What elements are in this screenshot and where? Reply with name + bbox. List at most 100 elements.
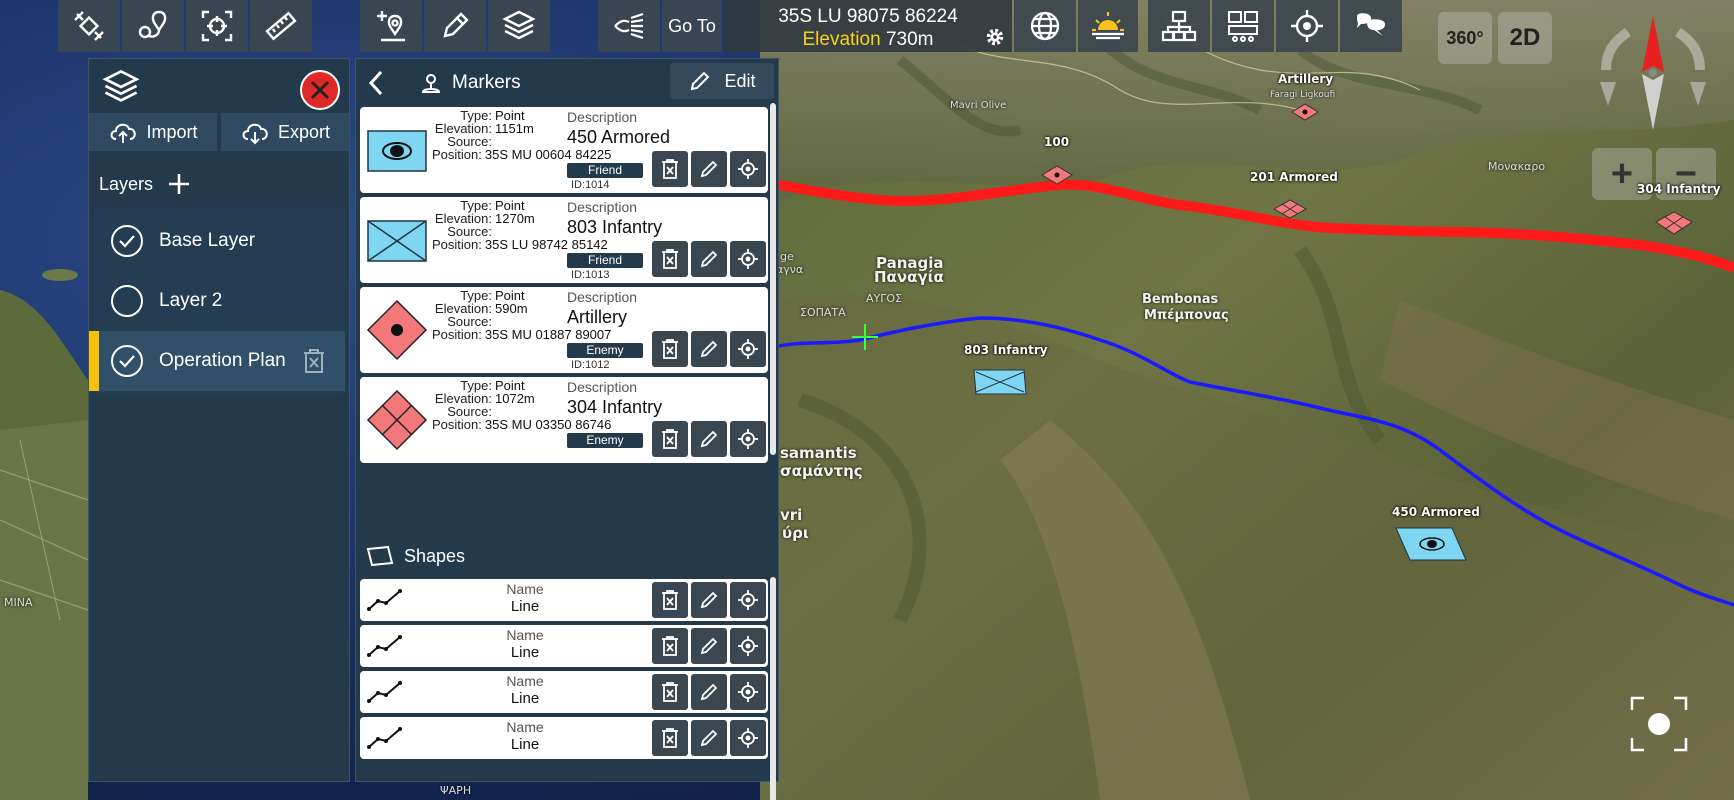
shape-name-value: Line	[510, 736, 540, 753]
shape-card[interactable]: Name Line	[360, 625, 768, 667]
shape-card[interactable]: Name Line	[360, 579, 768, 621]
marker-card[interactable]: Type: Point Elevation: 590m Source: Positi…	[360, 287, 768, 373]
edit-marker-button[interactable]	[691, 421, 727, 457]
edit-shape-button[interactable]	[691, 628, 727, 664]
delete-button[interactable]	[652, 151, 688, 187]
shape-text: Name Line	[460, 627, 590, 661]
shape-actions	[652, 720, 766, 756]
add-layer-icon[interactable]	[167, 172, 191, 196]
close-icon[interactable]	[299, 69, 341, 111]
line-of-sight-button[interactable]	[598, 0, 660, 52]
locate-icon	[738, 590, 758, 610]
locate-icon	[738, 339, 758, 359]
affiliation-badge: Friend	[567, 163, 643, 178]
view-2d-button[interactable]: 2D	[1498, 12, 1552, 64]
chat-button[interactable]	[1340, 0, 1402, 52]
gear-icon[interactable]	[984, 26, 1006, 48]
id-value: 1013	[585, 269, 610, 281]
layer-checkbox[interactable]	[111, 225, 143, 257]
affiliation-badge: Friend	[567, 253, 643, 268]
locate-shape-button[interactable]	[730, 628, 766, 664]
marker-id: ID:1014	[571, 179, 610, 191]
elevation-value: 1270m	[495, 211, 535, 226]
shape-actions	[652, 628, 766, 664]
map-marker-artillery[interactable]	[1290, 102, 1320, 122]
network-button[interactable]	[1148, 0, 1210, 52]
description-value: 803 Infantry	[567, 217, 663, 237]
marker-description: Description 450 Armored	[567, 109, 670, 148]
polyline-icon	[367, 635, 402, 657]
locate-shape-button[interactable]	[730, 582, 766, 618]
layer-checkbox[interactable]	[111, 345, 143, 377]
export-button[interactable]: Export	[221, 113, 349, 151]
marker-card[interactable]: Type: Point Elevation: 1072m Source: Posit…	[360, 377, 768, 463]
layer-item-operation-plan[interactable]: Operation Plan	[89, 331, 345, 391]
satellite-button[interactable]	[58, 0, 120, 52]
marker-list-scrollbar[interactable]	[770, 103, 776, 455]
edit-shape-button[interactable]	[691, 582, 727, 618]
marker-list[interactable]: Type: Point Elevation: 1151m Source: Posit…	[360, 107, 768, 503]
delete-button[interactable]	[652, 628, 688, 664]
globe-button[interactable]	[1014, 0, 1076, 52]
layer-item-base-layer[interactable]: Base Layer	[93, 211, 345, 271]
locate-marker-button[interactable]	[730, 241, 766, 277]
edit-button[interactable]: Edit	[670, 63, 774, 99]
layers-button[interactable]	[488, 0, 550, 52]
locate-shape-button[interactable]	[730, 720, 766, 756]
delete-button[interactable]	[652, 582, 688, 618]
target-frame-button[interactable]	[186, 0, 248, 52]
marker-actions	[652, 241, 766, 277]
view-360-button[interactable]: 360°	[1438, 12, 1492, 64]
marker-card[interactable]: Type: Point Elevation: 1151m Source: Posit…	[360, 107, 768, 193]
shape-card[interactable]: Name Line	[360, 717, 768, 759]
view-2d-label: 2D	[1509, 24, 1541, 51]
shape-list-scrollbar[interactable]	[770, 577, 776, 800]
edit-shape-button[interactable]	[691, 674, 727, 710]
locate-marker-button[interactable]	[730, 421, 766, 457]
map-marker-201-armored[interactable]	[1272, 198, 1308, 220]
edit-marker-button[interactable]	[691, 241, 727, 277]
locate-marker-button[interactable]	[730, 151, 766, 187]
lighting-button[interactable]	[1078, 0, 1138, 52]
edit-marker-button[interactable]	[691, 331, 727, 367]
layer-item-layer-2[interactable]: Layer 2	[93, 271, 345, 331]
locate-shape-button[interactable]	[730, 674, 766, 710]
goto-button[interactable]: Go To	[662, 0, 722, 52]
view-360-label: 360°	[1446, 27, 1484, 48]
locate-button[interactable]	[1276, 0, 1338, 52]
map-marker-803-infantry[interactable]	[972, 368, 1028, 396]
import-button[interactable]: Import	[89, 113, 217, 151]
map-marker-304-infantry[interactable]	[1654, 210, 1694, 236]
add-marker-button[interactable]	[360, 0, 422, 52]
map-marker-enemy[interactable]	[1040, 164, 1074, 186]
delete-button[interactable]	[652, 720, 688, 756]
edit-marker-button[interactable]	[691, 151, 727, 187]
pencil-icon	[700, 430, 718, 448]
trash-icon[interactable]	[301, 348, 327, 374]
shape-name-value: Line	[510, 690, 540, 707]
locate-marker-button[interactable]	[730, 331, 766, 367]
delete-button[interactable]	[652, 421, 688, 457]
marker-card[interactable]: Type: Point Elevation: 1270m Source: Posit…	[360, 197, 768, 283]
screenshot-frame-icon[interactable]	[1630, 696, 1688, 752]
route-pin-icon	[138, 10, 167, 39]
shape-name-value: Line	[510, 598, 540, 615]
place-monakaro: Μονακαρο	[1488, 160, 1546, 173]
delete-button[interactable]	[652, 331, 688, 367]
layer-checkbox[interactable]	[111, 285, 143, 317]
dashboard-button[interactable]	[1212, 0, 1274, 52]
map-marker-450-armored[interactable]	[1394, 526, 1468, 562]
draw-button[interactable]	[424, 0, 486, 52]
edit-shape-button[interactable]	[691, 720, 727, 756]
shape-card[interactable]: Name Line	[360, 671, 768, 713]
compass-icon[interactable]	[1586, 10, 1720, 134]
route-button[interactable]	[122, 0, 184, 52]
back-button[interactable]	[356, 70, 396, 96]
delete-button[interactable]	[652, 674, 688, 710]
position-value: 35S MU 00604 84225	[484, 147, 612, 162]
shape-list[interactable]: Name Line Name Line Name Line Name Line	[360, 579, 768, 763]
delete-button[interactable]	[652, 241, 688, 277]
measure-button[interactable]	[250, 0, 312, 52]
elevation-value: 1151m	[495, 121, 534, 136]
trash-icon	[662, 249, 678, 269]
